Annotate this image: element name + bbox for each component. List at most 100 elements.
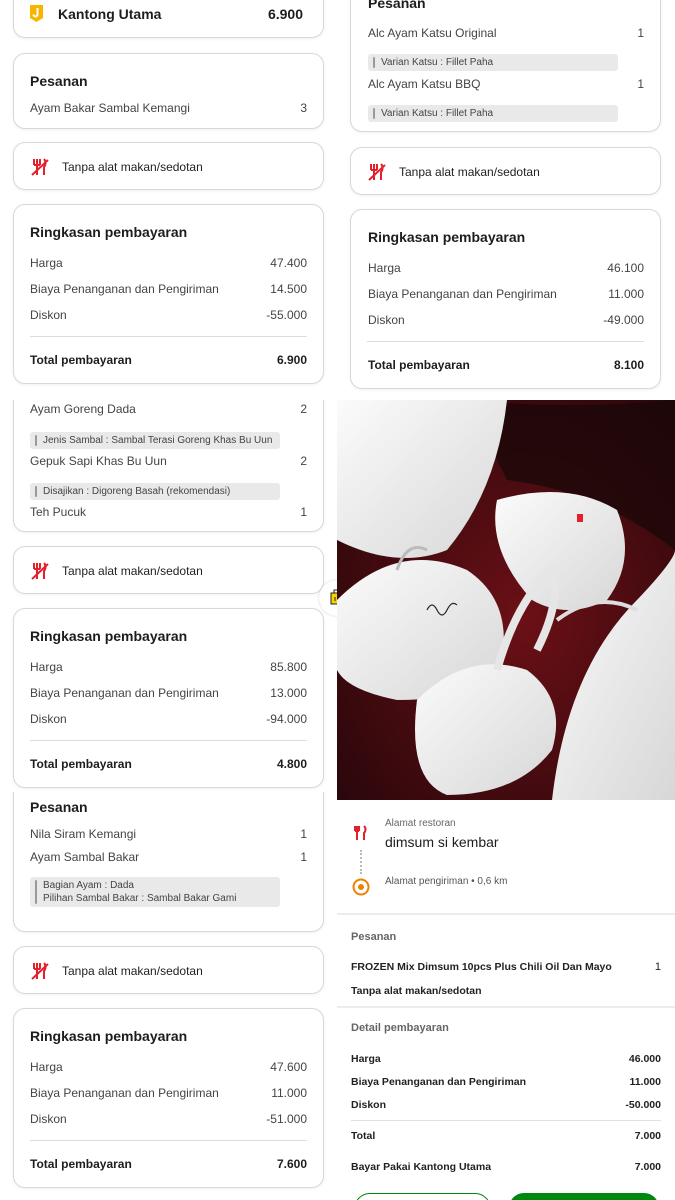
summary-title: Ringkasan pembayaran bbox=[368, 229, 526, 245]
discount-label: Diskon bbox=[30, 308, 67, 322]
plastic-bags-illustration bbox=[337, 400, 675, 800]
order-item-qty: 1 bbox=[300, 505, 307, 519]
cutlery-off-icon bbox=[31, 158, 49, 176]
price-label: Harga bbox=[30, 1060, 63, 1074]
summary-title: Ringkasan pembayaran bbox=[30, 224, 188, 240]
payment-summary-card: Ringkasan pembayaran Harga 85.800 Biaya … bbox=[13, 608, 324, 788]
restaurant-name: dimsum si kembar bbox=[385, 834, 499, 850]
discount-label: Diskon bbox=[368, 313, 405, 327]
order-item-note: Varian Katsu : Fillet Paha bbox=[368, 54, 618, 71]
order-item-qty: 2 bbox=[300, 454, 307, 468]
no-cutlery-label: Tanpa alat makan/sedotan bbox=[62, 564, 203, 578]
price-value: 85.800 bbox=[270, 660, 307, 674]
price-label: Harga bbox=[30, 660, 63, 674]
wallet-label: Kantong Utama bbox=[58, 6, 162, 22]
order-item-note: Jenis Sambal : Sambal Terasi Goreng Khas… bbox=[30, 432, 280, 449]
secondary-action-button[interactable] bbox=[354, 1193, 491, 1200]
order-item-note: Varian Katsu : Fillet Paha bbox=[368, 105, 618, 122]
order-item-qty: 1 bbox=[637, 77, 644, 91]
discount-label: Diskon bbox=[351, 1099, 387, 1111]
order-item-qty: 3 bbox=[300, 101, 307, 115]
total-value: 7.600 bbox=[276, 1157, 307, 1171]
discount-value: -94.000 bbox=[266, 712, 307, 726]
total-label: Total pembayaran bbox=[30, 353, 132, 367]
summary-divider bbox=[30, 740, 307, 741]
order-item-note: Disajikan : Digoreng Basah (rekomendasi) bbox=[30, 483, 280, 500]
section-divider bbox=[337, 913, 675, 915]
no-cutlery-card[interactable]: Tanpa alat makan/sedotan bbox=[350, 147, 661, 195]
price-value: 47.600 bbox=[270, 1060, 307, 1074]
order-item-name: Alc Ayam Katsu BBQ bbox=[368, 77, 481, 91]
discount-label: Diskon bbox=[30, 1112, 67, 1126]
total-label: Total pembayaran bbox=[368, 358, 470, 372]
price-label: Harga bbox=[351, 1053, 381, 1065]
total-value: 8.100 bbox=[613, 358, 644, 372]
cutlery-off-icon bbox=[31, 562, 49, 580]
fee-label: Biaya Penanganan dan Pengiriman bbox=[30, 282, 219, 296]
order-item-name: Nila Siram Kemangi bbox=[30, 827, 137, 841]
payment-detail-title: Detail pembayaran bbox=[351, 1022, 449, 1034]
no-cutlery-label: Tanpa alat makan/sedotan bbox=[62, 160, 203, 174]
discount-label: Diskon bbox=[30, 712, 67, 726]
wallet-card[interactable]: Kantong Utama 6.900 bbox=[13, 0, 324, 38]
price-label: Harga bbox=[30, 256, 63, 270]
restaurant-caption: Alamat restoran bbox=[385, 818, 456, 829]
payment-summary-card: Ringkasan pembayaran Harga 47.400 Biaya … bbox=[13, 204, 324, 384]
top-right-panel: Pesanan Alc Ayam Katsu Original 1 Varian… bbox=[337, 0, 675, 400]
price-label: Harga bbox=[368, 261, 401, 275]
price-value: 46.000 bbox=[628, 1053, 661, 1065]
order-item-name: FROZEN Mix Dimsum 10pcs Plus Chili Oil D… bbox=[351, 961, 612, 973]
paid-with-label: Bayar Pakai Kantong Utama bbox=[351, 1161, 492, 1173]
location-pin-icon bbox=[352, 878, 370, 896]
bottom-right-panel: Alamat restoran dimsum si kembar Alamat … bbox=[337, 800, 675, 1200]
total-label: Total bbox=[351, 1130, 376, 1142]
summary-title: Ringkasan pembayaran bbox=[30, 1028, 188, 1044]
paid-with-value: 7.000 bbox=[634, 1161, 661, 1173]
order-item-name: Teh Pucuk bbox=[30, 505, 87, 519]
fee-value: 11.000 bbox=[271, 1086, 307, 1100]
summary-divider bbox=[30, 1140, 307, 1141]
order-item-qty: 1 bbox=[300, 850, 307, 864]
discount-value: -55.000 bbox=[266, 308, 307, 322]
order-item-name: Ayam Sambal Bakar bbox=[30, 850, 140, 864]
order-title: Pesanan bbox=[368, 0, 426, 11]
total-value: 4.800 bbox=[276, 757, 307, 771]
primary-action-button[interactable] bbox=[509, 1193, 659, 1200]
top-left-panel: Kantong Utama 6.900 Pesanan Ayam Bakar S… bbox=[0, 0, 337, 400]
order-item-note: Bagian Ayam : Dada bbox=[43, 880, 134, 891]
fee-value: 11.000 bbox=[629, 1076, 661, 1088]
no-cutlery-card[interactable]: Tanpa alat makan/sedotan bbox=[13, 946, 324, 994]
order-card: Pesanan Ayam Bakar Sambal Kemangi 3 bbox=[13, 53, 324, 129]
delivery-address: Alamat pengiriman • 0,6 km bbox=[385, 876, 508, 887]
order-item-notes: Bagian Ayam : Dada Pilihan Sambal Bakar … bbox=[30, 877, 280, 907]
total-label: Total pembayaran bbox=[30, 1157, 132, 1171]
food-bags-photo bbox=[337, 400, 675, 800]
order-item-name: Ayam Goreng Dada bbox=[30, 402, 136, 416]
no-cutlery-label: Tanpa alat makan/sedotan bbox=[351, 985, 482, 997]
section-divider bbox=[337, 1006, 675, 1008]
discount-value: -50.000 bbox=[625, 1099, 661, 1111]
fee-label: Biaya Penanganan dan Pengiriman bbox=[30, 1086, 219, 1100]
no-cutlery-label: Tanpa alat makan/sedotan bbox=[399, 165, 540, 179]
route-dots bbox=[360, 850, 364, 874]
wallet-icon bbox=[30, 5, 43, 22]
order-item-qty: 1 bbox=[300, 827, 307, 841]
no-cutlery-card[interactable]: Tanpa alat makan/sedotan bbox=[13, 142, 324, 190]
order-item-qty: 1 bbox=[654, 961, 661, 973]
order-title: Pesanan bbox=[30, 799, 88, 815]
order-title: Pesanan bbox=[351, 931, 397, 943]
total-value: 7.000 bbox=[634, 1130, 661, 1142]
cutlery-off-icon bbox=[368, 163, 386, 181]
no-cutlery-card[interactable]: Tanpa alat makan/sedotan bbox=[13, 546, 324, 594]
summary-divider bbox=[351, 1120, 661, 1121]
mid-left-panel: Ayam Goreng Dada 2 Jenis Sambal : Sambal… bbox=[0, 400, 337, 792]
summary-title: Ringkasan pembayaran bbox=[30, 628, 188, 644]
order-item-qty: 2 bbox=[300, 402, 307, 416]
fee-label: Biaya Penanganan dan Pengiriman bbox=[368, 287, 557, 301]
total-value: 6.900 bbox=[276, 353, 307, 367]
discount-value: -51.000 bbox=[266, 1112, 307, 1126]
summary-divider bbox=[30, 336, 307, 337]
summary-divider bbox=[367, 341, 644, 342]
order-card: Pesanan Nila Siram Kemangi 1 Ayam Sambal… bbox=[13, 792, 324, 932]
order-item-name: Ayam Bakar Sambal Kemangi bbox=[30, 101, 190, 115]
